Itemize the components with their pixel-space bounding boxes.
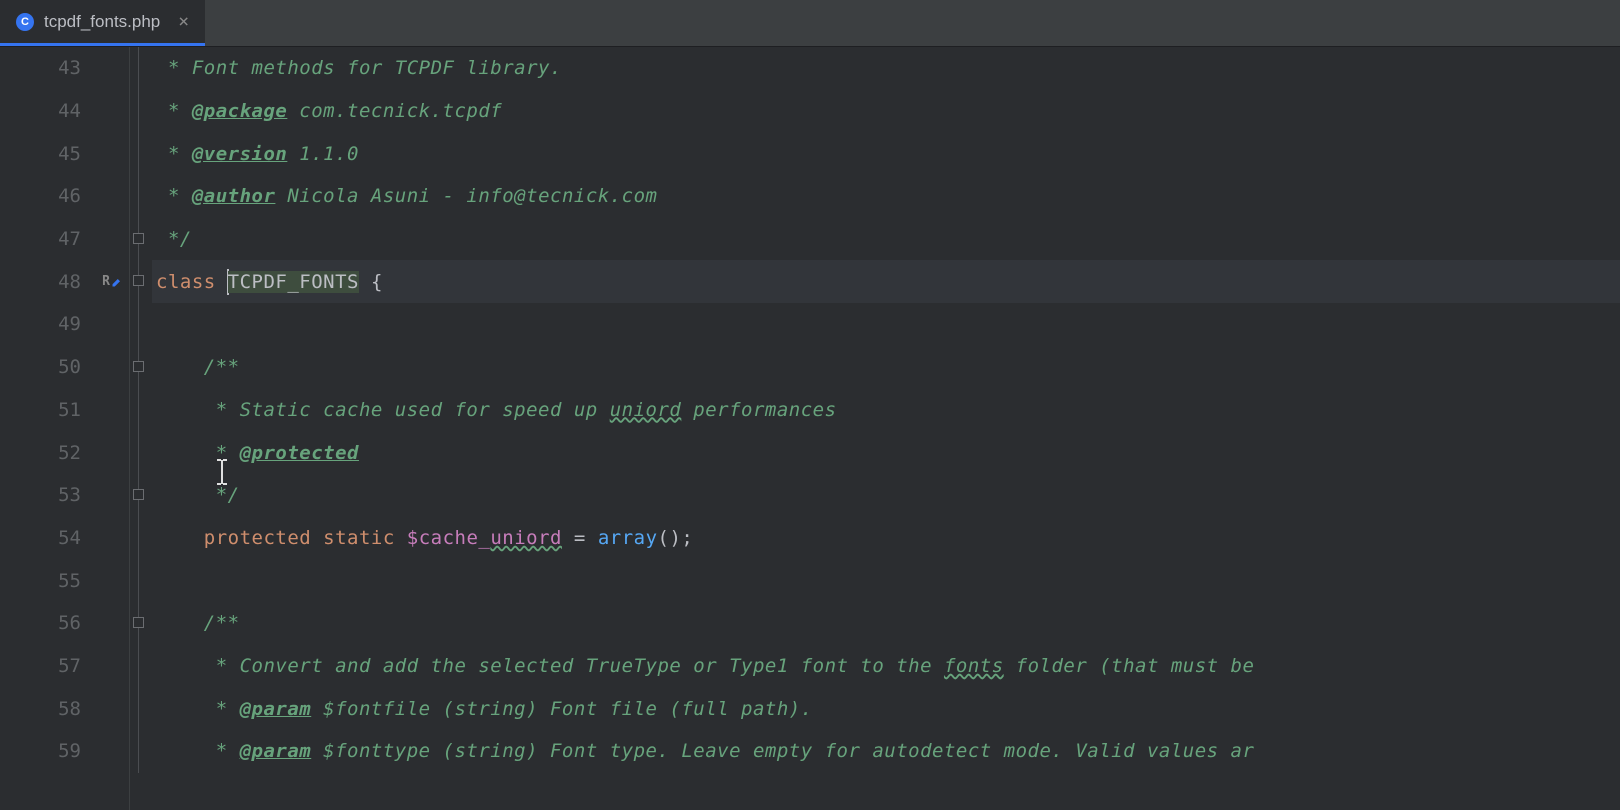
fold-line bbox=[130, 389, 152, 432]
fold-handle-icon[interactable] bbox=[133, 233, 144, 244]
code-line[interactable]: */ bbox=[152, 218, 1620, 261]
code-area[interactable]: * Font methods for TCPDF library. * @pac… bbox=[152, 47, 1620, 810]
line-number: 58 bbox=[58, 698, 81, 720]
line-number: 56 bbox=[58, 612, 81, 634]
fold-handle-icon[interactable] bbox=[133, 361, 144, 372]
fold-gutter[interactable] bbox=[130, 47, 152, 810]
code-line[interactable]: * Static cache used for speed up uniord … bbox=[152, 389, 1620, 432]
fold-line bbox=[130, 687, 152, 730]
code-line[interactable] bbox=[152, 303, 1620, 346]
gutter-line[interactable]: 48 R bbox=[0, 260, 129, 303]
gutter-line[interactable]: 52 bbox=[0, 431, 129, 474]
line-number: 53 bbox=[58, 484, 81, 506]
line-number: 55 bbox=[58, 570, 81, 592]
gutter-line[interactable]: 55 bbox=[0, 559, 129, 602]
gutter-line[interactable]: 51 bbox=[0, 389, 129, 432]
line-number: 48 bbox=[58, 271, 81, 293]
fold-line bbox=[130, 517, 152, 560]
code-line-active[interactable]: class TCPDF_FONTS { bbox=[152, 260, 1620, 303]
fold-handle-icon[interactable] bbox=[133, 617, 144, 628]
editor-pane: 43 44 45 46 47 48 R 49 50 51 52 53 54 55 56 57 58 59 * Fo… bbox=[0, 47, 1620, 810]
line-number: 59 bbox=[58, 740, 81, 762]
line-number: 50 bbox=[58, 356, 81, 378]
line-number: 45 bbox=[58, 143, 81, 165]
code-line[interactable]: * @author Nicola Asuni - info@tecnick.co… bbox=[152, 175, 1620, 218]
code-line[interactable]: * @param $fonttype (string) Font type. L… bbox=[152, 730, 1620, 773]
gutter-line[interactable]: 57 bbox=[0, 645, 129, 688]
fold-line bbox=[130, 474, 152, 517]
fold-line bbox=[130, 645, 152, 688]
gutter-line[interactable]: 45 bbox=[0, 132, 129, 175]
line-number: 43 bbox=[58, 57, 81, 79]
fold-handle-icon[interactable] bbox=[133, 489, 144, 500]
fold-line bbox=[130, 218, 152, 261]
gutter-line[interactable]: 58 bbox=[0, 687, 129, 730]
tab-bar: C tcpdf_fonts.php × bbox=[0, 0, 1620, 47]
line-number: 51 bbox=[58, 399, 81, 421]
code-line[interactable] bbox=[152, 559, 1620, 602]
fold-line bbox=[130, 303, 152, 346]
rename-icon[interactable]: R bbox=[102, 274, 123, 289]
line-number: 49 bbox=[58, 313, 81, 335]
code-line[interactable]: */ bbox=[152, 474, 1620, 517]
gutter-line[interactable]: 46 bbox=[0, 175, 129, 218]
gutter-line[interactable]: 44 bbox=[0, 90, 129, 133]
editor-tab[interactable]: C tcpdf_fonts.php × bbox=[0, 0, 205, 46]
fold-line bbox=[130, 175, 152, 218]
fold-line bbox=[130, 47, 152, 90]
line-number: 46 bbox=[58, 185, 81, 207]
line-number: 47 bbox=[58, 228, 81, 250]
fold-line bbox=[130, 90, 152, 133]
gutter-line[interactable]: 50 bbox=[0, 346, 129, 389]
fold-line bbox=[130, 260, 152, 303]
gutter-line[interactable]: 53 bbox=[0, 474, 129, 517]
code-line[interactable]: * @version 1.1.0 bbox=[152, 132, 1620, 175]
gutter-line[interactable]: 59 bbox=[0, 730, 129, 773]
line-number: 54 bbox=[58, 527, 81, 549]
line-number: 52 bbox=[58, 442, 81, 464]
code-line[interactable]: /** bbox=[152, 346, 1620, 389]
fold-line bbox=[130, 346, 152, 389]
code-line[interactable]: * Font methods for TCPDF library. bbox=[152, 47, 1620, 90]
code-line[interactable]: * Convert and add the selected TrueType … bbox=[152, 645, 1620, 688]
gutter-line[interactable]: 43 bbox=[0, 47, 129, 90]
fold-line bbox=[130, 730, 152, 773]
tab-file-name: tcpdf_fonts.php bbox=[44, 12, 160, 32]
line-number: 57 bbox=[58, 655, 81, 677]
fold-line bbox=[130, 602, 152, 645]
code-line[interactable]: * @protected bbox=[152, 431, 1620, 474]
code-line[interactable]: /** bbox=[152, 602, 1620, 645]
code-line[interactable]: * @package com.tecnick.tcpdf bbox=[152, 90, 1620, 133]
fold-line bbox=[130, 559, 152, 602]
close-icon[interactable]: × bbox=[178, 11, 189, 32]
file-type-icon: C bbox=[16, 13, 34, 31]
code-line[interactable]: protected static $cache_uniord = array()… bbox=[152, 517, 1620, 560]
gutter-line[interactable]: 49 bbox=[0, 303, 129, 346]
line-number-gutter[interactable]: 43 44 45 46 47 48 R 49 50 51 52 53 54 55 56 57 58 59 bbox=[0, 47, 130, 810]
gutter-line[interactable]: 47 bbox=[0, 218, 129, 261]
fold-line bbox=[130, 132, 152, 175]
line-number: 44 bbox=[58, 100, 81, 122]
code-line[interactable]: * @param $fontfile (string) Font file (f… bbox=[152, 687, 1620, 730]
fold-handle-icon[interactable] bbox=[133, 275, 144, 286]
gutter-line[interactable]: 54 bbox=[0, 517, 129, 560]
gutter-line[interactable]: 56 bbox=[0, 602, 129, 645]
fold-line bbox=[130, 431, 152, 474]
